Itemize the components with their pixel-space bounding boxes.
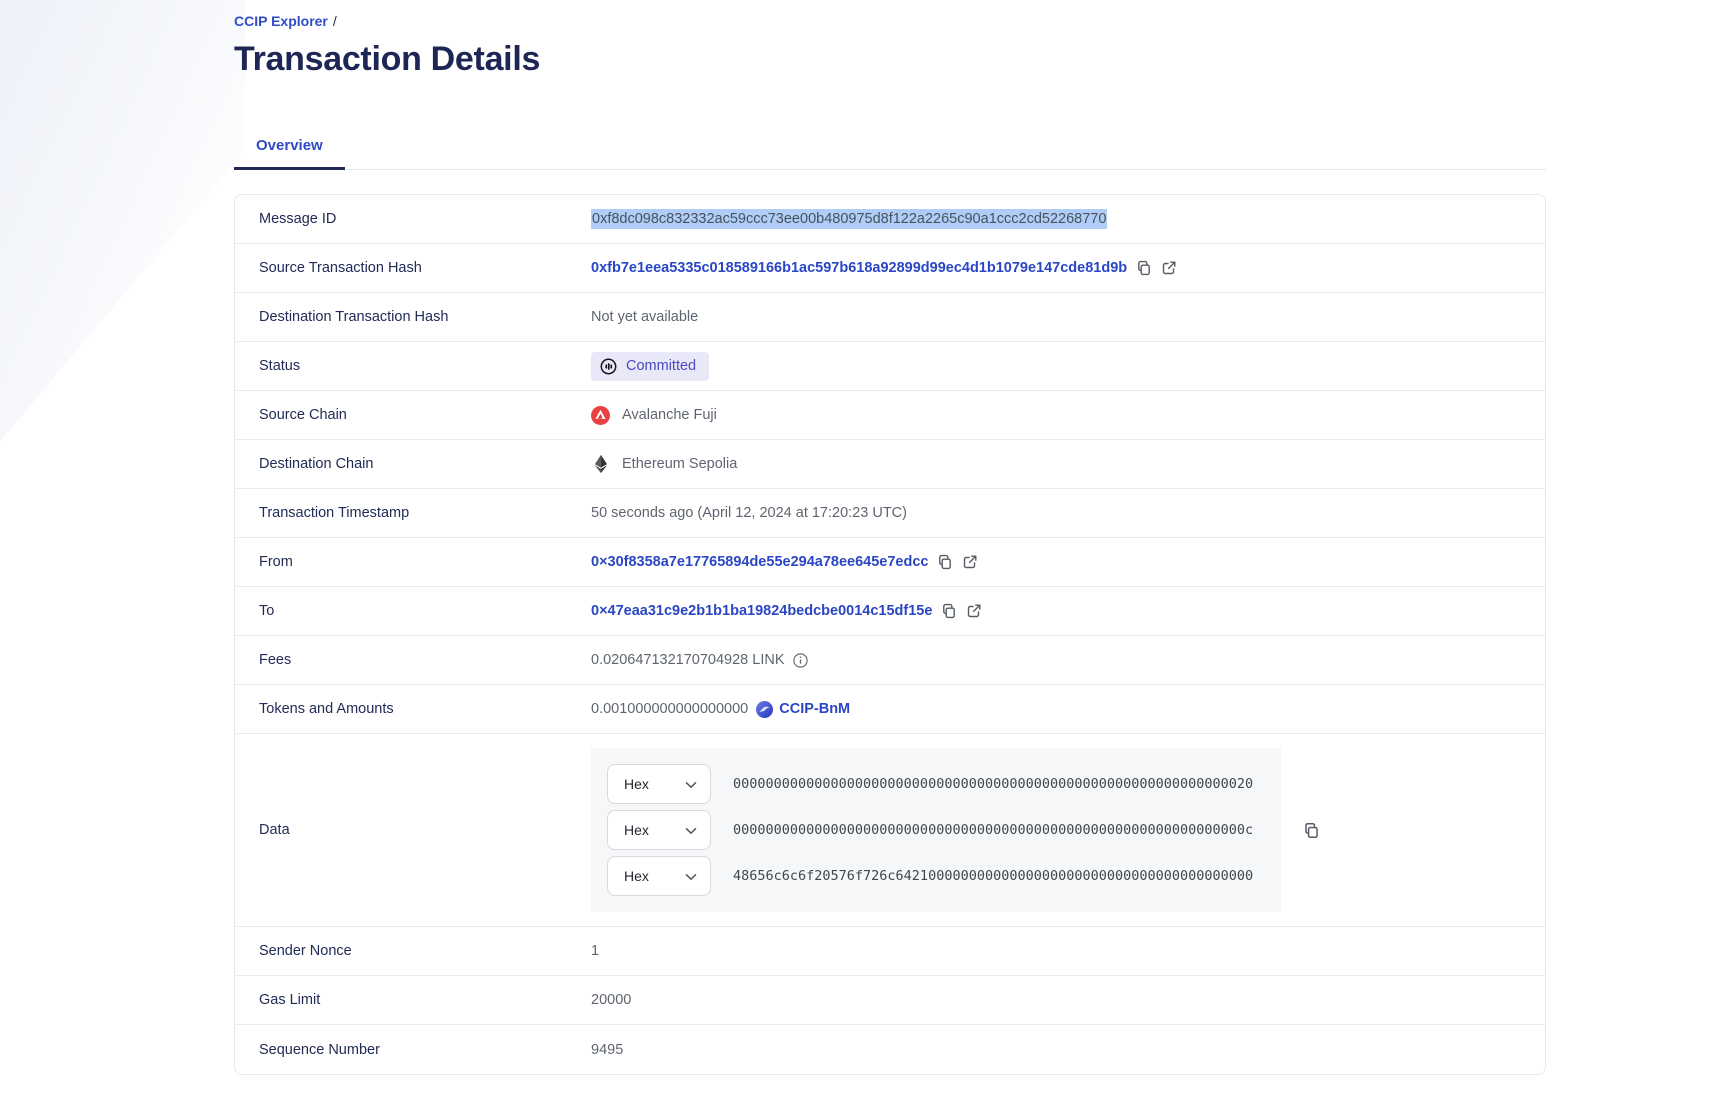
sender-nonce-label: Sender Nonce	[259, 943, 591, 959]
chevron-down-icon	[685, 868, 697, 884]
row-sender-nonce: Sender Nonce 1	[235, 927, 1545, 976]
data-hex-line: Hex 48656c6c6f20576f726c6421000000000000…	[607, 856, 1265, 896]
data-hex-line: Hex 000000000000000000000000000000000000…	[607, 764, 1265, 804]
encoding-select[interactable]: Hex	[607, 856, 711, 896]
encoding-select-value: Hex	[624, 868, 649, 884]
copy-icon[interactable]	[1303, 822, 1320, 839]
data-hex-panel: Hex 000000000000000000000000000000000000…	[591, 748, 1281, 912]
tokens-amounts-label: Tokens and Amounts	[259, 701, 591, 717]
tab-bar: Overview	[234, 126, 1546, 170]
tab-overview[interactable]: Overview	[234, 126, 345, 170]
external-link-icon[interactable]	[966, 603, 982, 619]
ccip-bnm-token-icon	[756, 701, 773, 718]
row-from: From 0×30f8358a7e17765894de55e294a78ee64…	[235, 538, 1545, 587]
row-message-id: Message ID 0xf8dc098c832332ac59ccc73ee00…	[235, 195, 1545, 244]
breadcrumb-separator: /	[333, 13, 337, 29]
to-address-link[interactable]: 0×47eaa31c9e2b1b1ba19824bedcbe0014c15df1…	[591, 603, 932, 619]
chevron-down-icon	[685, 822, 697, 838]
sequence-number-label: Sequence Number	[259, 1042, 591, 1058]
encoding-select[interactable]: Hex	[607, 764, 711, 804]
data-hex-line: Hex 000000000000000000000000000000000000…	[607, 810, 1265, 850]
row-data: Data Hex 0000000000000000000000000000000…	[235, 734, 1545, 927]
chevron-down-icon	[685, 776, 697, 792]
row-status: Status Committed	[235, 342, 1545, 391]
background-gradient-wedge	[0, 0, 245, 470]
status-badge: Committed	[591, 352, 709, 381]
copy-icon[interactable]	[937, 554, 953, 570]
status-committed-icon	[600, 358, 617, 375]
row-timestamp: Transaction Timestamp 50 seconds ago (Ap…	[235, 489, 1545, 538]
row-dest-chain: Destination Chain Ethereum Sepolia	[235, 440, 1545, 489]
timestamp-value: 50 seconds ago (April 12, 2024 at 17:20:…	[591, 505, 907, 521]
page-title: Transaction Details	[234, 39, 1546, 79]
breadcrumb: CCIP Explorer /	[234, 12, 1546, 30]
fees-value: 0.020647132170704928 LINK	[591, 652, 785, 668]
source-tx-hash-link[interactable]: 0xfb7e1eea5335c018589166b1ac597b618a9289…	[591, 260, 1127, 276]
dest-chain-label: Destination Chain	[259, 456, 591, 472]
token-amount: 0.001000000000000000	[591, 701, 748, 717]
ethereum-sepolia-icon	[591, 455, 610, 473]
token-link[interactable]: CCIP-BnM	[756, 701, 850, 718]
row-tokens-amounts: Tokens and Amounts 0.001000000000000000	[235, 685, 1545, 734]
row-source-tx-hash: Source Transaction Hash 0xfb7e1eea5335c0…	[235, 244, 1545, 293]
source-chain-value: Avalanche Fuji	[622, 407, 717, 423]
hex-data-value[interactable]: 0000000000000000000000000000000000000000…	[733, 822, 1253, 838]
message-id-value[interactable]: 0xf8dc098c832332ac59ccc73ee00b480975d8f1…	[591, 209, 1107, 229]
sender-nonce-value: 1	[591, 943, 599, 959]
status-badge-text: Committed	[626, 358, 696, 374]
dest-tx-hash-value: Not yet available	[591, 309, 698, 325]
sequence-number-value: 9495	[591, 1042, 623, 1058]
token-link-label: CCIP-BnM	[779, 701, 850, 717]
row-fees: Fees 0.020647132170704928 LINK	[235, 636, 1545, 685]
gas-limit-value: 20000	[591, 992, 631, 1008]
dest-tx-hash-label: Destination Transaction Hash	[259, 309, 591, 325]
gas-limit-label: Gas Limit	[259, 992, 591, 1008]
message-id-label: Message ID	[259, 211, 591, 227]
dest-chain-value: Ethereum Sepolia	[622, 456, 737, 472]
copy-icon[interactable]	[1136, 260, 1152, 276]
row-source-chain: Source Chain Avalanche Fuji	[235, 391, 1545, 440]
data-label: Data	[259, 822, 591, 838]
from-label: From	[259, 554, 591, 570]
external-link-icon[interactable]	[1161, 260, 1177, 276]
hex-data-value[interactable]: 48656c6c6f20576f726c64210000000000000000…	[733, 868, 1253, 884]
timestamp-label: Transaction Timestamp	[259, 505, 591, 521]
info-icon[interactable]	[793, 653, 808, 668]
row-dest-tx-hash: Destination Transaction Hash Not yet ava…	[235, 293, 1545, 342]
status-label: Status	[259, 358, 591, 374]
breadcrumb-ccip-explorer-link[interactable]: CCIP Explorer	[234, 13, 328, 29]
encoding-select-value: Hex	[624, 822, 649, 838]
hex-data-value[interactable]: 0000000000000000000000000000000000000000…	[733, 776, 1253, 792]
encoding-select[interactable]: Hex	[607, 810, 711, 850]
to-label: To	[259, 603, 591, 619]
source-chain-label: Source Chain	[259, 407, 591, 423]
external-link-icon[interactable]	[962, 554, 978, 570]
row-sequence-number: Sequence Number 9495	[235, 1025, 1545, 1074]
page-container: CCIP Explorer / Transaction Details Overv…	[234, 0, 1546, 1075]
copy-icon[interactable]	[941, 603, 957, 619]
avalanche-fuji-icon	[591, 406, 610, 425]
encoding-select-value: Hex	[624, 776, 649, 792]
transaction-details-card: Message ID 0xf8dc098c832332ac59ccc73ee00…	[234, 194, 1546, 1075]
row-to: To 0×47eaa31c9e2b1b1ba19824bedcbe0014c15…	[235, 587, 1545, 636]
from-address-link[interactable]: 0×30f8358a7e17765894de55e294a78ee645e7ed…	[591, 554, 928, 570]
fees-label: Fees	[259, 652, 591, 668]
row-gas-limit: Gas Limit 20000	[235, 976, 1545, 1025]
source-tx-hash-label: Source Transaction Hash	[259, 260, 591, 276]
